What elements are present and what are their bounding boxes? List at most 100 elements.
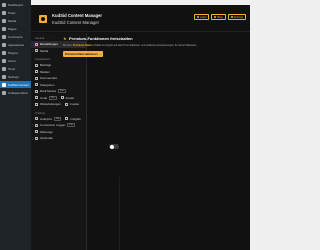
pro-desc-prefix: Mit dem bbox=[63, 44, 73, 47]
wp-menu-label: Dashboard bbox=[8, 2, 23, 7]
wp-menu-label: Pages bbox=[8, 26, 17, 31]
nav-item-label: Kategorien bbox=[40, 82, 55, 87]
settings-icon bbox=[230, 16, 233, 18]
nav-item-weiterleitungen[interactable]: Weiterleitungen bbox=[31, 101, 61, 108]
wp-menu-item[interactable]: Users bbox=[0, 57, 31, 64]
wp-admin-sidebar: Dashboard Posts Media Pages Comments Appearan… bbox=[0, 0, 31, 250]
pro-title: Premium-Funktionen freischalten bbox=[69, 36, 133, 41]
nav-row: Weiterleitungen Cookie bbox=[31, 101, 86, 108]
pro-badge: Pro bbox=[49, 95, 57, 100]
nav-item-label: Cookie bbox=[69, 102, 80, 107]
wp-menu-item[interactable]: Tools bbox=[0, 65, 31, 72]
nav-item-label: Beiträge bbox=[40, 63, 52, 68]
header-blog-button[interactable]: Blog bbox=[211, 14, 226, 20]
settings-icon bbox=[2, 74, 6, 79]
plugin-header: KudSid Content Manager KudSid Content Ma… bbox=[31, 5, 250, 32]
wp-menu-item[interactable]: Pages bbox=[0, 25, 31, 32]
moon-icon bbox=[35, 89, 38, 93]
page-icon bbox=[2, 26, 6, 31]
blog-icon bbox=[214, 16, 217, 18]
pro-badge: Pro bbox=[58, 89, 66, 94]
wp-menu-label: Posts bbox=[8, 10, 16, 15]
wp-menu-label: Media bbox=[8, 18, 17, 23]
image-icon bbox=[35, 70, 38, 74]
user-icon bbox=[2, 58, 6, 63]
media-icon bbox=[2, 18, 6, 23]
wp-menu-item[interactable]: Settings bbox=[0, 73, 31, 80]
label-icon bbox=[197, 16, 200, 18]
nav-item-label: Analytics bbox=[40, 116, 53, 121]
footer-icon bbox=[60, 96, 64, 100]
pro-title-row: ★ Premium-Funktionen freischalten bbox=[63, 36, 213, 41]
header-buttons: Label Blog Settings bbox=[194, 14, 246, 20]
header-label-button[interactable]: Label bbox=[194, 14, 210, 20]
nav-item-label: Insights bbox=[70, 116, 81, 121]
header-button-label: Blog bbox=[217, 15, 223, 19]
nav-item-conversion-logger[interactable]: Conversion Logger Pro bbox=[31, 122, 75, 129]
kudsid-icon bbox=[2, 82, 6, 87]
comment-icon bbox=[2, 34, 6, 39]
kudsid-logo-icon bbox=[39, 15, 47, 23]
nav-item-label: Wartungs bbox=[40, 129, 53, 134]
nav-item-label: Weiterleitungen bbox=[40, 102, 61, 107]
vertical-divider bbox=[119, 177, 120, 250]
code-icon bbox=[35, 96, 38, 100]
wrench-icon bbox=[2, 66, 6, 71]
nav-item-label: Conversion Logger bbox=[40, 123, 66, 128]
settings-icon bbox=[35, 42, 38, 46]
maintenance-icon bbox=[35, 130, 38, 134]
plugin-nav: General Einstellungen Media Integratione… bbox=[31, 33, 87, 250]
options-icon bbox=[35, 136, 38, 140]
post-icon bbox=[35, 63, 38, 67]
wp-menu-label: Collapse Menu bbox=[8, 90, 29, 95]
toggle-knob bbox=[109, 144, 114, 149]
wp-menu-item[interactable]: Collapse Menu bbox=[0, 89, 31, 96]
cookie-icon bbox=[64, 102, 68, 106]
collapse-icon bbox=[2, 90, 6, 95]
nav-item-label: Dark Modus bbox=[40, 89, 57, 94]
wp-menu-label: KudSid Content bbox=[8, 82, 30, 87]
nav-item-label: Kommentare bbox=[40, 76, 58, 81]
wp-menu-item[interactable]: Posts bbox=[0, 9, 31, 16]
nav-item-label: Footer bbox=[65, 95, 75, 100]
plug-icon bbox=[2, 50, 6, 55]
pro-badge: Pro bbox=[67, 123, 75, 128]
log-icon bbox=[35, 123, 38, 127]
nav-item-cookie[interactable]: Cookie bbox=[61, 101, 79, 108]
wp-menu-label: Plugins bbox=[8, 50, 18, 55]
wp-menu-label: Comments bbox=[8, 34, 23, 39]
wp-menu-item[interactable]: Plugins bbox=[0, 49, 31, 56]
activate-premium-button[interactable]: Premium-Paket aktivieren → bbox=[63, 51, 103, 58]
nav-item-label: Media bbox=[40, 48, 49, 53]
wp-menu-item[interactable]: Media bbox=[0, 17, 31, 24]
nav-item-label: Medien bbox=[40, 69, 50, 74]
nav-item-label: Optionale bbox=[40, 136, 53, 141]
nav-item-label: Einstellungen bbox=[40, 42, 59, 47]
toggle-switch[interactable] bbox=[109, 144, 119, 149]
pro-description: Mit dem Premium-Paket erhältst du Zugrif… bbox=[63, 44, 211, 47]
folder-icon bbox=[35, 83, 38, 87]
nav-item-label: Code bbox=[40, 95, 48, 100]
wp-menu-label: Users bbox=[8, 58, 16, 63]
wp-menu-item[interactable]: KudSid Content bbox=[0, 81, 31, 88]
pin-icon bbox=[2, 10, 6, 15]
pro-desc-bold: Premium-Paket bbox=[72, 44, 92, 47]
media-icon bbox=[35, 49, 38, 53]
brush-icon bbox=[2, 42, 6, 47]
wp-menu-item[interactable]: Appearance bbox=[0, 41, 31, 48]
pro-desc-rest: erhältst du Zugriff auf alle Pro-Funktio… bbox=[91, 44, 198, 47]
chart-icon bbox=[35, 117, 38, 121]
wp-menu-item[interactable]: Comments bbox=[0, 33, 31, 40]
wp-menu-label: Appearance bbox=[8, 42, 25, 47]
redirect-icon bbox=[35, 102, 38, 106]
wp-menu-label: Tools bbox=[8, 66, 16, 71]
wp-menu-label: Settings bbox=[8, 74, 19, 79]
nav-item-optionale[interactable]: Optionale bbox=[31, 135, 86, 142]
wp-menu-item[interactable]: Dashboard bbox=[0, 1, 31, 8]
header-button-label: Settings bbox=[233, 15, 243, 19]
pro-badge: Pro bbox=[54, 116, 62, 121]
header-button-label: Label bbox=[200, 15, 207, 19]
header-settings-button[interactable]: Settings bbox=[227, 14, 246, 20]
comment-icon bbox=[35, 76, 38, 80]
pro-banner: ★ Premium-Funktionen freischalten Mit de… bbox=[63, 36, 213, 58]
